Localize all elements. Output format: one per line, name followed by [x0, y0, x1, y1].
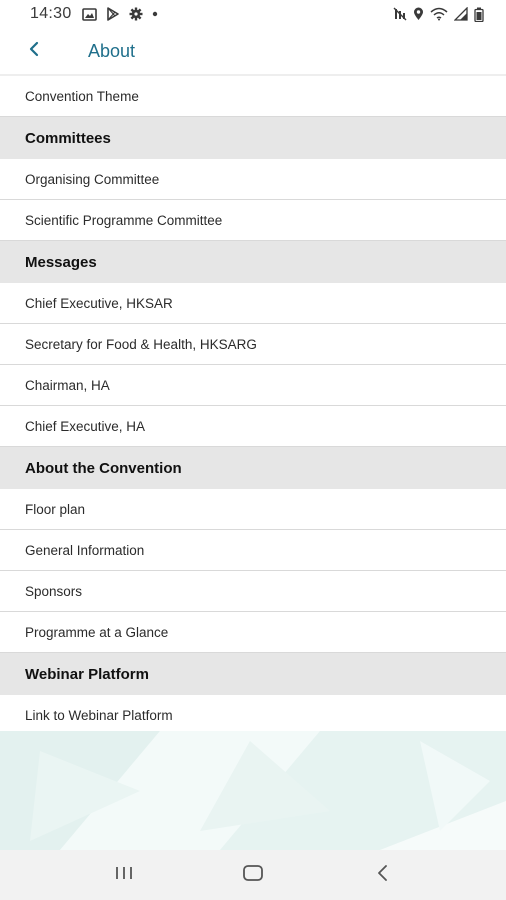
battery-icon: [474, 7, 484, 22]
system-back-button[interactable]: [352, 855, 412, 895]
back-button[interactable]: [0, 28, 74, 74]
play-store-icon: [106, 7, 120, 21]
list-item-general-information[interactable]: General Information: [0, 530, 506, 571]
geometric-pattern: [0, 731, 506, 850]
list-item-floor-plan[interactable]: Floor plan: [0, 489, 506, 530]
list-item-chairman-ha[interactable]: Chairman, HA: [0, 365, 506, 406]
about-list: Convention Theme Committees Organising C…: [0, 74, 506, 736]
recents-icon: [114, 865, 134, 886]
location-icon: [413, 7, 424, 21]
status-left-icons: [81, 7, 158, 21]
image-icon: [81, 7, 97, 21]
status-bar: 14:30: [0, 0, 506, 28]
list-item-scientific-programme-committee[interactable]: Scientific Programme Committee: [0, 200, 506, 241]
list-item-chief-executive-hksar[interactable]: Chief Executive, HKSAR: [0, 283, 506, 324]
chevron-left-icon: [28, 41, 40, 62]
list-item-link-webinar-platform[interactable]: Link to Webinar Platform: [0, 695, 506, 736]
home-button[interactable]: [223, 855, 283, 895]
home-icon: [242, 864, 264, 887]
list-item-sponsors[interactable]: Sponsors: [0, 571, 506, 612]
navigation-bar: [0, 850, 506, 900]
section-header-about-convention: About the Convention: [0, 447, 506, 489]
app-bar: About: [0, 28, 506, 74]
mute-icon: [393, 7, 407, 21]
page-title: About: [88, 40, 136, 61]
signal-icon: [454, 7, 468, 21]
section-header-committees: Committees: [0, 117, 506, 159]
list-item-secretary-food-health[interactable]: Secretary for Food & Health, HKSARG: [0, 324, 506, 365]
recents-button[interactable]: [94, 855, 154, 895]
list-item-chief-executive-ha[interactable]: Chief Executive, HA: [0, 406, 506, 447]
status-right-icons: [393, 7, 484, 22]
dot-icon: [152, 11, 158, 17]
back-icon: [376, 864, 388, 887]
decorative-background: [0, 731, 506, 850]
settings-icon: [129, 7, 143, 21]
list-item-programme-at-a-glance[interactable]: Programme at a Glance: [0, 612, 506, 653]
list-item-organising-committee[interactable]: Organising Committee: [0, 159, 506, 200]
section-header-messages: Messages: [0, 241, 506, 283]
wifi-icon: [430, 7, 448, 21]
screen: 14:30 About Convention Theme Committees …: [0, 0, 506, 900]
list-item-convention-theme[interactable]: Convention Theme: [0, 76, 506, 117]
status-time: 14:30: [30, 5, 72, 22]
section-header-webinar-platform: Webinar Platform: [0, 653, 506, 695]
